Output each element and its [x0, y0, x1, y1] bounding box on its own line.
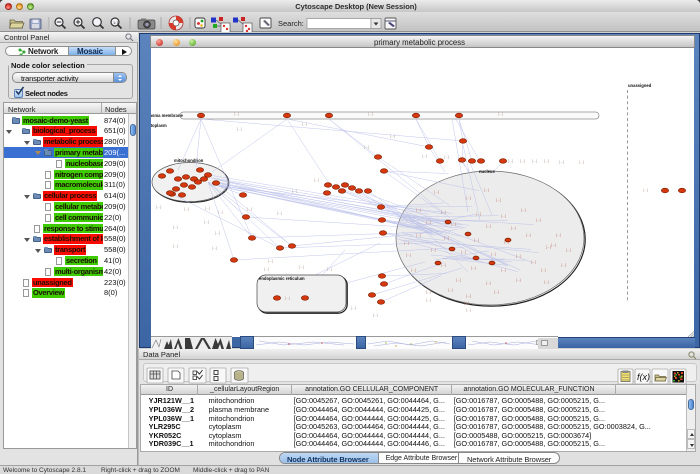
svg-text:[...]: [...] — [285, 296, 290, 300]
svg-text:[...]: [...] — [441, 263, 446, 267]
svg-text:[...]: [...] — [579, 160, 584, 164]
svg-text:[...]: [...] — [431, 248, 436, 252]
svg-text:[...]: [...] — [491, 252, 496, 256]
svg-text:[...]: [...] — [546, 245, 551, 249]
svg-text:[...]: [...] — [464, 301, 469, 305]
svg-text:[...]: [...] — [444, 155, 449, 159]
svg-text:[...]: [...] — [404, 241, 409, 245]
svg-text:[...]: [...] — [456, 278, 461, 282]
svg-text:[...]: [...] — [434, 190, 439, 194]
svg-text:[...]: [...] — [559, 160, 564, 164]
svg-text:cytoplasm: cytoplasm — [151, 123, 167, 128]
svg-text:[...]: [...] — [292, 189, 297, 193]
svg-text:[...]: [...] — [471, 266, 476, 270]
svg-text:[...]: [...] — [532, 159, 537, 163]
svg-text:[...]: [...] — [544, 159, 549, 163]
svg-text:[...]: [...] — [643, 188, 648, 192]
svg-text:[...]: [...] — [173, 244, 178, 248]
svg-text:[...]: [...] — [411, 268, 416, 272]
svg-text:[...]: [...] — [520, 159, 525, 163]
svg-text:Search:: Search: — [278, 19, 304, 28]
svg-text:[...]: [...] — [508, 159, 513, 163]
svg-text:[...]: [...] — [474, 238, 479, 242]
svg-text:[...]: [...] — [205, 206, 210, 210]
svg-text:f(x): f(x) — [637, 372, 650, 382]
svg-text:[...]: [...] — [426, 220, 431, 224]
svg-text:[...]: [...] — [566, 248, 571, 252]
svg-text:[...]: [...] — [521, 208, 526, 212]
svg-text:[...]: [...] — [466, 196, 471, 200]
svg-text:[...]: [...] — [466, 294, 471, 298]
svg-text:[...]: [...] — [218, 210, 223, 214]
svg-text:[...]: [...] — [541, 268, 546, 272]
svg-text:[...]: [...] — [156, 205, 161, 209]
svg-text:mitochondrion: mitochondrion — [174, 158, 204, 163]
svg-text:[...]: [...] — [204, 220, 209, 224]
svg-text:[...]: [...] — [551, 243, 556, 247]
svg-text:[...]: [...] — [314, 178, 319, 182]
svg-text:[...]: [...] — [373, 313, 378, 317]
svg-text:[...]: [...] — [484, 188, 489, 192]
svg-text:[...]: [...] — [247, 207, 252, 211]
svg-text:[...]: [...] — [486, 281, 491, 285]
svg-text:[...]: [...] — [173, 225, 178, 229]
svg-text:[...]: [...] — [536, 218, 541, 222]
svg-text:[...]: [...] — [184, 207, 189, 211]
svg-text:[...]: [...] — [212, 246, 217, 250]
svg-text:[...]: [...] — [406, 253, 411, 257]
svg-text:[...]: [...] — [494, 290, 499, 294]
svg-text:[...]: [...] — [556, 233, 561, 237]
svg-text:[...]: [...] — [561, 263, 566, 267]
svg-text:[...]: [...] — [501, 268, 506, 272]
svg-text:[...]: [...] — [486, 224, 491, 228]
svg-text:[...]: [...] — [302, 122, 307, 126]
svg-text:[...]: [...] — [516, 278, 521, 282]
svg-text:[...]: [...] — [501, 214, 506, 218]
svg-text:endoplasmic reticulum: endoplasmic reticulum — [259, 276, 305, 281]
svg-text:[...]: [...] — [268, 259, 273, 263]
svg-text:[...]: [...] — [234, 112, 239, 116]
svg-text:[...]: [...] — [444, 236, 449, 240]
svg-text:[...]: [...] — [531, 260, 536, 264]
svg-text:[...]: [...] — [498, 112, 503, 116]
svg-text:[...]: [...] — [526, 233, 531, 237]
svg-text:[...]: [...] — [237, 127, 242, 131]
svg-text:1:1: 1:1 — [113, 20, 119, 25]
svg-text:[...]: [...] — [364, 145, 369, 149]
svg-text:[...]: [...] — [422, 154, 427, 158]
svg-text:[...]: [...] — [451, 222, 456, 226]
svg-text:nucleus: nucleus — [479, 169, 495, 174]
svg-text:[...]: [...] — [368, 112, 373, 116]
svg-text:[...]: [...] — [351, 306, 356, 310]
svg-text:[...]: [...] — [511, 226, 516, 230]
svg-text:[...]: [...] — [215, 231, 220, 235]
svg-text:[...]: [...] — [496, 198, 501, 202]
svg-text:[...]: [...] — [390, 134, 395, 138]
svg-text:[...]: [...] — [426, 290, 431, 294]
svg-text:[...]: [...] — [299, 265, 304, 269]
svg-text:[...]: [...] — [476, 212, 481, 216]
svg-text:[...]: [...] — [416, 233, 421, 237]
svg-text:[...]: [...] — [461, 250, 466, 254]
svg-text:[...]: [...] — [327, 267, 332, 271]
svg-text:[...]: [...] — [426, 298, 431, 302]
svg-text:[...]: [...] — [277, 211, 282, 215]
svg-text:unassigned: unassigned — [628, 83, 652, 88]
svg-text:[...]: [...] — [264, 267, 269, 271]
svg-text:[...]: [...] — [448, 288, 453, 292]
svg-text:[...]: [...] — [466, 308, 471, 312]
svg-text:[...]: [...] — [544, 280, 549, 284]
svg-text:plasma membrane: plasma membrane — [151, 113, 183, 118]
svg-text:[...]: [...] — [516, 254, 521, 258]
svg-text:[...]: [...] — [441, 210, 446, 214]
svg-text:[...]: [...] — [416, 208, 421, 212]
